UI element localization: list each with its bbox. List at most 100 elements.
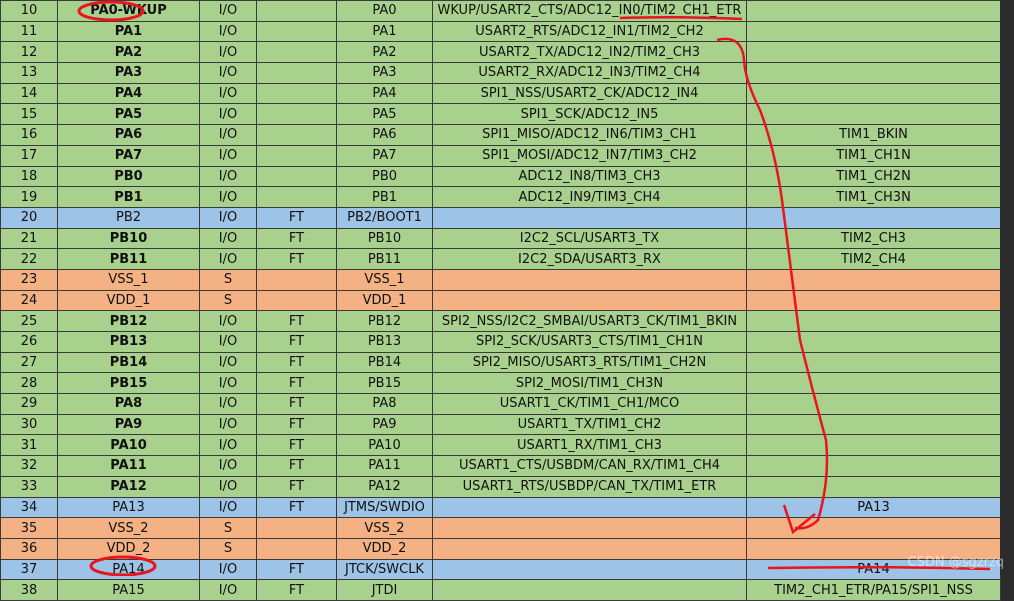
pin-type-cell: I/O bbox=[199, 0, 257, 22]
alternate-functions-cell: USART1_TX/TIM1_CH2 bbox=[432, 413, 747, 436]
pin-type-cell: S bbox=[199, 517, 257, 539]
table-row: 18 PB0 I/O PB0 ADC12_IN8/TIM3_CH3 TIM1_CH2N bbox=[0, 165, 1001, 188]
pin-name-cell: PA0-WKUP bbox=[57, 0, 200, 22]
remap-functions-cell: TIM1_CH2N bbox=[746, 165, 1001, 188]
pin-name-cell: PA13 bbox=[57, 496, 200, 519]
alternate-functions-cell: SPI2_MOSI/TIM1_CH3N bbox=[432, 372, 747, 395]
pin-number-cell: 22 bbox=[0, 248, 58, 270]
alternate-functions-cell: SPI1_MISO/ADC12_IN6/TIM3_CH1 bbox=[432, 124, 747, 146]
alternate-functions-cell: I2C2_SCL/USART3_TX bbox=[432, 227, 747, 250]
pin-name-cell: VDD_2 bbox=[57, 537, 200, 560]
io-level-cell: FT bbox=[256, 310, 337, 332]
table-row: 11 PA1 I/O PA1 USART2_RTS/ADC12_IN1/TIM2_CH2 bbox=[0, 20, 1001, 43]
remap-functions-cell bbox=[746, 351, 1001, 374]
pin-table: 10 PA0-WKUP I/O PA0 WKUP/USART2_CTS/ADC12_IN… bbox=[0, 0, 1001, 601]
pin-type-cell: I/O bbox=[199, 475, 257, 498]
pin-type-cell: I/O bbox=[199, 310, 257, 332]
pin-name-cell: PA5 bbox=[57, 103, 200, 126]
pin-name-cell: PA8 bbox=[57, 393, 200, 415]
main-function-cell: PA0 bbox=[336, 0, 433, 22]
remap-functions-cell bbox=[746, 517, 1001, 539]
main-function-cell: VSS_1 bbox=[336, 268, 433, 291]
table-row: 30 PA9 I/O FT PA9 USART1_TX/TIM1_CH2 bbox=[0, 413, 1001, 436]
pin-name-cell: PB13 bbox=[57, 331, 200, 353]
io-level-cell: FT bbox=[256, 331, 337, 353]
table-row: 35 VSS_2 S VSS_2 bbox=[0, 517, 1001, 539]
main-function-cell: VDD_1 bbox=[336, 289, 433, 312]
table-row: 34 PA13 I/O FT JTMS/SWDIO PA13 bbox=[0, 496, 1001, 519]
io-level-cell: FT bbox=[256, 227, 337, 250]
pin-type-cell: I/O bbox=[199, 351, 257, 374]
pin-name-cell: PB15 bbox=[57, 372, 200, 395]
alternate-functions-cell bbox=[432, 537, 747, 560]
pin-number-cell: 15 bbox=[0, 103, 58, 126]
io-level-cell bbox=[256, 517, 337, 539]
main-function-cell: PB1 bbox=[336, 186, 433, 208]
remap-functions-cell bbox=[746, 310, 1001, 332]
pin-type-cell: I/O bbox=[199, 103, 257, 126]
pin-name-cell: VSS_1 bbox=[57, 268, 200, 291]
window-edge bbox=[1000, 0, 1014, 576]
pin-number-cell: 32 bbox=[0, 455, 58, 477]
alternate-functions-cell: SPI1_MOSI/ADC12_IN7/TIM3_CH2 bbox=[432, 144, 747, 167]
pin-name-cell: VDD_1 bbox=[57, 289, 200, 312]
alternate-functions-cell: USART2_TX/ADC12_IN2/TIM2_CH3 bbox=[432, 41, 747, 64]
pin-number-cell: 33 bbox=[0, 475, 58, 498]
pin-type-cell: I/O bbox=[199, 165, 257, 188]
remap-functions-cell bbox=[746, 206, 1001, 229]
alternate-functions-cell: WKUP/USART2_CTS/ADC12_IN0/TIM2_CH1_ETR bbox=[432, 0, 747, 22]
alternate-functions-cell bbox=[432, 206, 747, 229]
pin-number-cell: 38 bbox=[0, 579, 58, 601]
pin-name-cell: PB14 bbox=[57, 351, 200, 374]
pin-number-cell: 10 bbox=[0, 0, 58, 22]
pin-name-cell: PA10 bbox=[57, 434, 200, 457]
remap-functions-cell bbox=[746, 62, 1001, 84]
pin-number-cell: 20 bbox=[0, 206, 58, 229]
pin-type-cell: I/O bbox=[199, 434, 257, 457]
pin-name-cell: PB1 bbox=[57, 186, 200, 208]
table-row: 20 PB2 I/O FT PB2/BOOT1 bbox=[0, 206, 1001, 229]
table-row: 19 PB1 I/O PB1 ADC12_IN9/TIM3_CH4 TIM1_CH3N bbox=[0, 186, 1001, 208]
table-row: 26 PB13 I/O FT PB13 SPI2_SCK/USART3_CTS/TIM1_… bbox=[0, 331, 1001, 353]
main-function-cell: PA11 bbox=[336, 455, 433, 477]
remap-functions-cell bbox=[746, 20, 1001, 43]
pin-type-cell: I/O bbox=[199, 558, 257, 581]
table-row: 27 PB14 I/O FT PB14 SPI2_MISO/USART3_RTS/TIM1… bbox=[0, 351, 1001, 374]
pin-type-cell: I/O bbox=[199, 186, 257, 208]
main-function-cell: PB0 bbox=[336, 165, 433, 188]
pin-table-body: 10 PA0-WKUP I/O PA0 WKUP/USART2_CTS/ADC12_IN… bbox=[0, 0, 1001, 601]
table-row: 29 PA8 I/O FT PA8 USART1_CK/TIM1_CH1/MCO bbox=[0, 393, 1001, 415]
pin-type-cell: I/O bbox=[199, 82, 257, 105]
pin-name-cell: VSS_2 bbox=[57, 517, 200, 539]
pin-number-cell: 19 bbox=[0, 186, 58, 208]
table-row: 31 PA10 I/O FT PA10 USART1_RX/TIM1_CH3 bbox=[0, 434, 1001, 457]
alternate-functions-cell: SPI1_NSS/USART2_CK/ADC12_IN4 bbox=[432, 82, 747, 105]
alternate-functions-cell bbox=[432, 558, 747, 581]
pin-number-cell: 27 bbox=[0, 351, 58, 374]
remap-functions-cell bbox=[746, 475, 1001, 498]
pin-name-cell: PA1 bbox=[57, 20, 200, 43]
pin-number-cell: 14 bbox=[0, 82, 58, 105]
table-row: 25 PB12 I/O FT PB12 SPI2_NSS/I2C2_SMBAI/USART… bbox=[0, 310, 1001, 332]
io-level-cell: FT bbox=[256, 434, 337, 457]
main-function-cell: PA7 bbox=[336, 144, 433, 167]
io-level-cell: FT bbox=[256, 455, 337, 477]
io-level-cell bbox=[256, 537, 337, 560]
main-function-cell: PA8 bbox=[336, 393, 433, 415]
pin-type-cell: I/O bbox=[199, 206, 257, 229]
pin-name-cell: PB0 bbox=[57, 165, 200, 188]
remap-functions-cell bbox=[746, 268, 1001, 291]
remap-functions-cell: TIM1_BKIN bbox=[746, 124, 1001, 146]
remap-functions-cell: PA13 bbox=[746, 496, 1001, 519]
main-function-cell: PA5 bbox=[336, 103, 433, 126]
io-level-cell bbox=[256, 62, 337, 84]
table-row: 21 PB10 I/O FT PB10 I2C2_SCL/USART3_TX TIM2_CH… bbox=[0, 227, 1001, 250]
alternate-functions-cell: SPI2_MISO/USART3_RTS/TIM1_CH2N bbox=[432, 351, 747, 374]
table-row: 10 PA0-WKUP I/O PA0 WKUP/USART2_CTS/ADC12_IN… bbox=[0, 0, 1001, 22]
alternate-functions-cell bbox=[432, 517, 747, 539]
pin-type-cell: S bbox=[199, 289, 257, 312]
io-level-cell bbox=[256, 124, 337, 146]
pin-type-cell: I/O bbox=[199, 455, 257, 477]
main-function-cell: PA3 bbox=[336, 62, 433, 84]
pin-type-cell: I/O bbox=[199, 331, 257, 353]
